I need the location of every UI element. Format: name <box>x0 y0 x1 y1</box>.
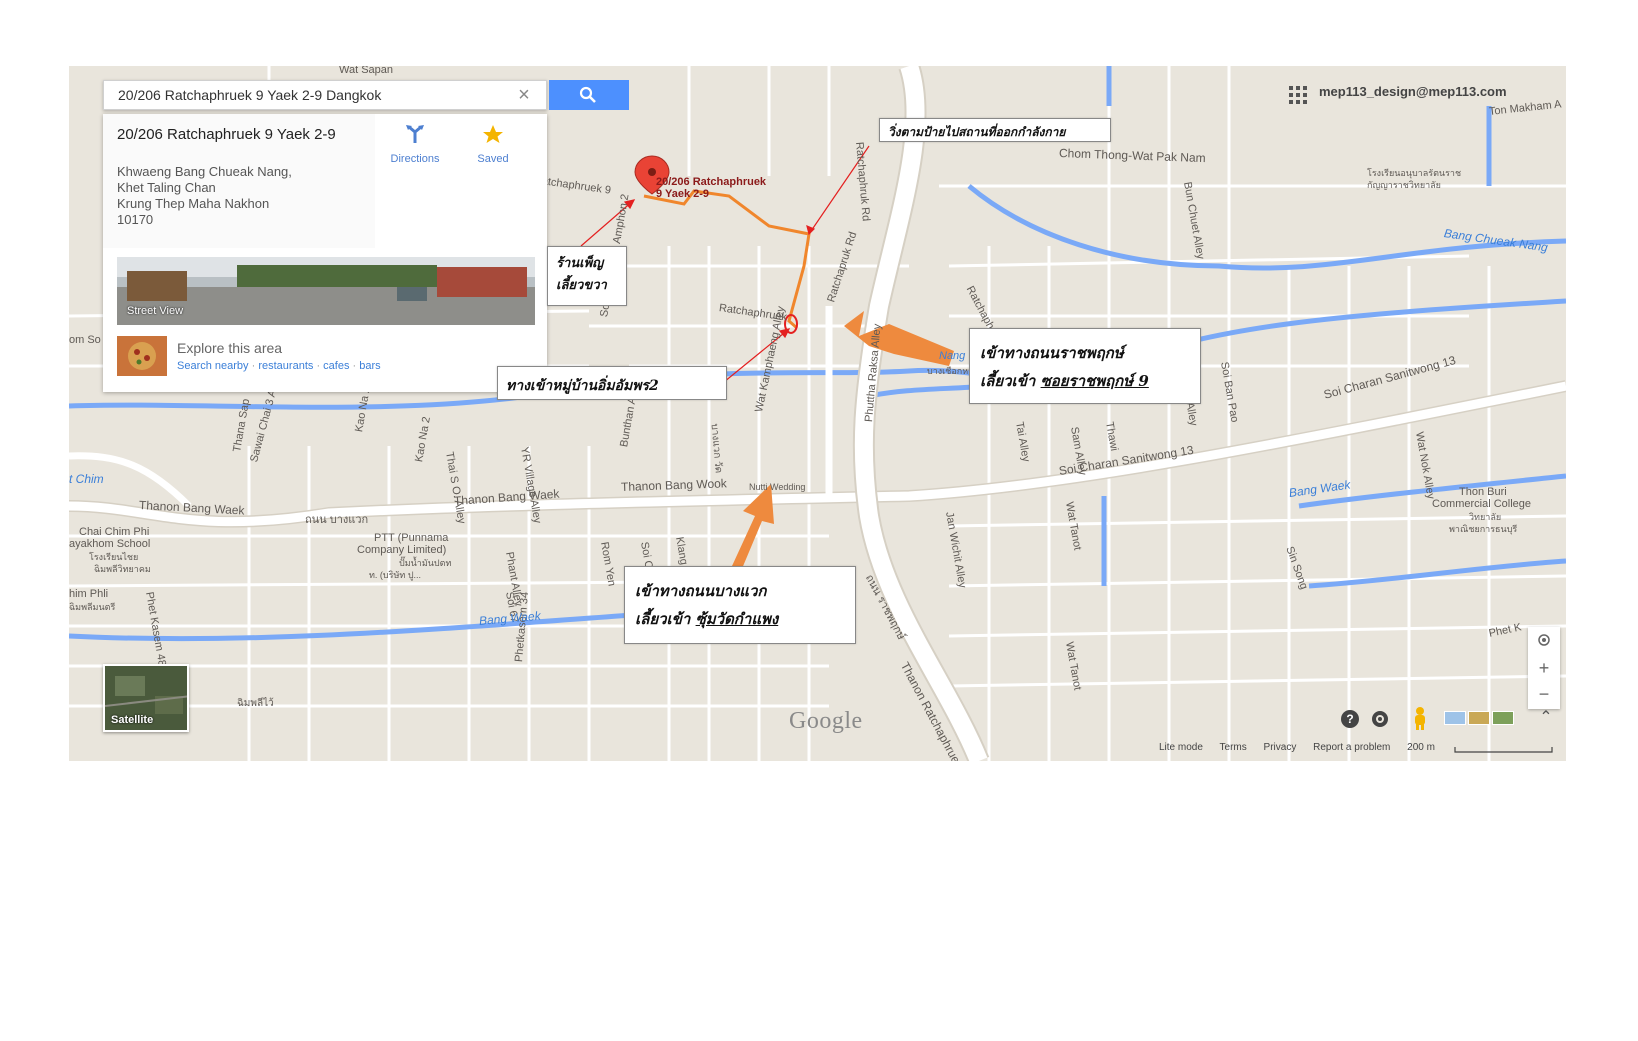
my-location-button[interactable] <box>1528 627 1560 653</box>
privacy-link[interactable]: Privacy <box>1264 742 1297 753</box>
lite-mode-link[interactable]: Lite mode <box>1159 742 1203 753</box>
explore-sep-1: · <box>251 360 256 372</box>
terms-link[interactable]: Terms <box>1220 742 1247 753</box>
explore-thumbnail[interactable] <box>117 336 167 376</box>
search-nearby-link[interactable]: Search nearby <box>177 360 249 372</box>
search-button[interactable] <box>549 80 629 110</box>
cafes-link[interactable]: cafes <box>323 360 349 372</box>
callout-ratchaphruek-line-2: เลี้ยวเข้า ซอยราชพฤกษ์ 9 <box>980 367 1200 395</box>
callout-ratchaphruek-line-1: เข้าทางถนนราชพฤกษ์ <box>980 344 1124 362</box>
layer-thumb-1 <box>1444 711 1466 725</box>
marker-label-line-1: 20/206 Ratchaphruek <box>656 176 767 188</box>
place-title: 20/206 Ratchaphruek 9 Yaek 2-9 <box>117 126 336 143</box>
directions-label: Directions <box>390 153 440 165</box>
zoom-control: + − <box>1528 627 1560 709</box>
marker-label: 20/206 Ratchaphruek 9 Yaek 2-9 <box>656 176 766 200</box>
label-ptt-2: Company Limited) <box>357 544 447 556</box>
label-thon-buri-college: Commercial College <box>1432 498 1532 510</box>
callout-bangwaek-soi: ซุ้มวัดกำแพง <box>695 610 779 628</box>
label-t-chim: t Chim <box>69 472 104 486</box>
label-wat-sapan: Wat Sapan <box>339 66 394 76</box>
satellite-toggle[interactable]: Satellite <box>103 664 189 732</box>
callout-bangwaek-line-2: เลี้ยวเข้า ซุ้มวัดกำแพง <box>635 605 855 633</box>
label-him-phli-thai: ฉิมพลีมนตรี <box>69 602 116 612</box>
label-thon-buri: Thon Buri <box>1459 486 1507 498</box>
layer-thumb-3 <box>1492 711 1514 725</box>
scale-bar <box>1454 747 1553 753</box>
saved-button[interactable]: Saved <box>453 124 533 165</box>
callout-bangwaek: เข้าทางถนนบางแวก เลี้ยวเข้า ซุ้มวัดกำแพง <box>624 566 856 644</box>
callout-exercise-signs: วิ่งตามป้ายไปสถานที่ออกกำลังกาย <box>879 118 1111 142</box>
explore-links: Search nearby · restaurants · cafes · ba… <box>177 360 381 372</box>
label-thon-buri-thai-2: พาณิชยการธนบุรี <box>1449 524 1518 534</box>
pegman-icon[interactable] <box>1409 706 1431 730</box>
google-logo: Google <box>789 708 863 734</box>
label-thai-chim-bottom: ฉิมพลีไว้ <box>237 698 274 709</box>
zoom-out-button[interactable]: − <box>1528 681 1560 707</box>
search-box[interactable]: × <box>103 80 547 110</box>
callout-bangwaek-prefix: เลี้ยวเข้า <box>635 610 691 628</box>
callout-village-entrance: ทางเข้าหมู่บ้านอิ่มอัมพร2 <box>497 366 727 400</box>
layer-thumb-2 <box>1468 711 1490 725</box>
callout-shop-line-1: ร้านเพ็ญ <box>556 256 604 271</box>
footer-bar: Lite mode Terms Privacy Report a problem… <box>1159 742 1449 756</box>
address-line-3: Krung Thep Maha Nakhon <box>117 196 270 211</box>
svg-text:?: ? <box>1346 712 1353 726</box>
place-card-info: 20/206 Ratchaphruek 9 Yaek 2-9 Khwaeng B… <box>103 114 375 248</box>
label-ptt-thai-2: ท. (บริษัท ปู... <box>369 570 422 580</box>
help-icon[interactable]: ? <box>1339 708 1361 730</box>
street-view-label: Street View <box>127 305 184 317</box>
label-om-so: om So <box>69 334 101 346</box>
apps-grid-icon[interactable] <box>1289 86 1307 104</box>
search-input[interactable] <box>104 81 514 109</box>
star-icon <box>483 125 503 143</box>
restaurants-link[interactable]: restaurants <box>258 360 313 372</box>
clear-search-icon[interactable]: × <box>512 84 536 106</box>
settings-gear-icon[interactable] <box>1369 708 1391 730</box>
place-card: 20/206 Ratchaphruek 9 Yaek 2-9 Khwaeng B… <box>103 114 547 392</box>
map-frame[interactable]: Wat Sapan Ratchaphruek 9 Ratchaphruek Ra… <box>69 66 1566 761</box>
callout-ratchaphruek-soi: ซอยราชพฤกษ์ 9 <box>1040 372 1149 390</box>
street-view-thumbnail[interactable]: Street View <box>117 257 535 325</box>
label-him-phli: him Phli <box>69 588 109 600</box>
label-nutti-wedding: Nutti Wedding <box>749 482 806 492</box>
marker-label-line-2: 9 Yaek 2-9 <box>656 188 710 200</box>
label-rr-school-2: กัญญาราชวิทยาลัย <box>1367 180 1441 190</box>
callout-ratchaphruek: เข้าทางถนนราชพฤกษ์ เลี้ยวเข้า ซอยราชพฤกษ… <box>969 328 1201 404</box>
label-chai-chim-thai-2: ฉิมพลีวิทยาคม <box>94 564 151 574</box>
label-nang: Nang <box>939 350 966 362</box>
directions-icon <box>406 125 424 143</box>
address-line-2: Khet Taling Chan <box>117 180 216 195</box>
explore-title: Explore this area <box>177 340 283 356</box>
my-location-icon <box>1538 634 1550 646</box>
label-chai-chim-2: ayakhom School <box>69 538 151 550</box>
saved-label: Saved <box>477 153 509 165</box>
callout-bangwaek-line-1: เข้าทางถนนบางแวก <box>635 582 767 600</box>
callout-shop: ร้านเพ็ญ เลี้ยวขวา <box>547 246 627 306</box>
account-email[interactable]: mep113_design@mep113.com <box>1319 84 1507 99</box>
label-chai-chim: Chai Chim Phi <box>79 526 150 538</box>
satellite-label: Satellite <box>111 714 154 726</box>
layers-control[interactable] <box>1444 706 1528 730</box>
directions-button[interactable]: Directions <box>375 124 455 165</box>
label-ptt: PTT (Punnama <box>374 532 449 544</box>
expand-icon[interactable]: ⌃ <box>1534 706 1558 730</box>
report-problem-link[interactable]: Report a problem <box>1313 742 1390 753</box>
label-thai-bang-waek: ถนน บางแวก <box>305 514 369 526</box>
bars-link[interactable]: bars <box>359 360 380 372</box>
scale-label: 200 m <box>1407 742 1435 753</box>
callout-ratchaphruek-prefix: เลี้ยวเข้า <box>980 372 1036 390</box>
search-icon <box>579 86 596 103</box>
zoom-in-button[interactable]: + <box>1528 655 1560 681</box>
explore-sep-2: · <box>316 360 321 372</box>
address-line-4: 10170 <box>117 212 154 227</box>
explore-sep-3: · <box>352 360 357 372</box>
callout-shop-line-2: เลี้ยวขวา <box>556 278 607 293</box>
address-line-1: Khwaeng Bang Chueak Nang, <box>117 164 292 179</box>
